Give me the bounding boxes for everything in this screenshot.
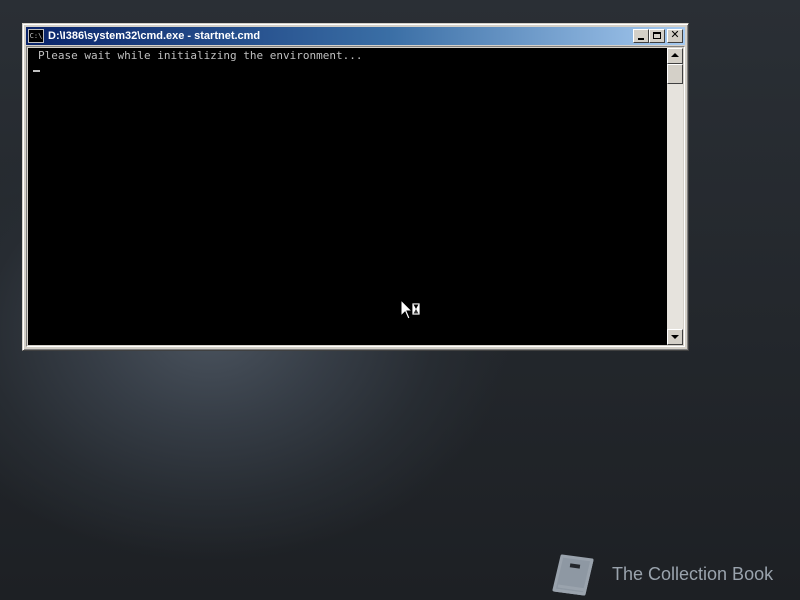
title-bar[interactable]: C:\ D:\I386\system32\cmd.exe - startnet.… — [26, 27, 685, 45]
scrollbar-thumb[interactable] — [667, 64, 683, 84]
scroll-up-arrow-icon — [671, 53, 679, 57]
watermark-text: The Collection Book — [612, 563, 774, 584]
console-window[interactable]: C:\ D:\I386\system32\cmd.exe - startnet.… — [22, 23, 689, 351]
scroll-down-button[interactable] — [667, 329, 683, 345]
vertical-scrollbar[interactable] — [667, 48, 683, 345]
minimize-icon — [638, 38, 644, 40]
console-line: Please wait while initializing the envir… — [38, 49, 363, 62]
minimize-button[interactable] — [633, 29, 649, 43]
scroll-down-arrow-icon — [671, 335, 679, 339]
cmd-icon[interactable]: C:\ — [28, 29, 44, 43]
scroll-up-button[interactable] — [667, 48, 683, 64]
caption-buttons: ✕ — [633, 28, 683, 43]
maximize-button[interactable] — [649, 29, 665, 43]
close-button[interactable]: ✕ — [667, 28, 683, 43]
desktop: C:\ D:\I386\system32\cmd.exe - startnet.… — [0, 0, 800, 600]
text-cursor — [33, 70, 40, 72]
watermark: The Collection Book — [548, 550, 773, 598]
book-icon — [552, 554, 594, 596]
console-frame: Please wait while initializing the envir… — [26, 46, 685, 347]
close-icon: ✕ — [670, 28, 680, 41]
window-title: D:\I386\system32\cmd.exe - startnet.cmd — [48, 30, 261, 42]
busy-pointer-icon — [400, 299, 421, 320]
console-output[interactable]: Please wait while initializing the envir… — [28, 48, 668, 345]
maximize-icon — [653, 32, 661, 39]
